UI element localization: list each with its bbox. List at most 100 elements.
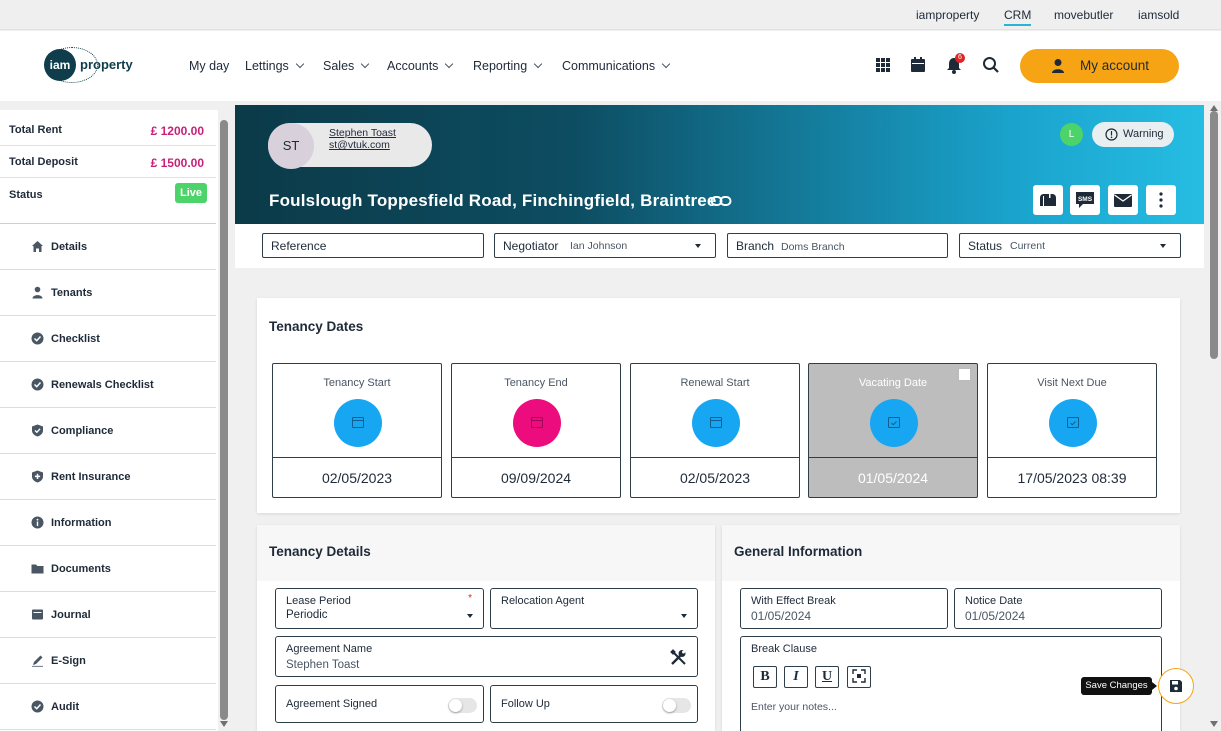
link-icon[interactable] [710,193,732,209]
date-value: 17/05/2023 08:39 [988,457,1156,498]
total-rent-label: Total Rent [9,124,62,136]
iam-property-logo[interactable]: iam property [44,47,144,83]
date-label: Tenancy End [504,377,568,389]
sidebar-item-details[interactable]: Details [0,224,216,270]
my-account-label: My account [1080,58,1150,73]
tenancy-end-box[interactable]: Tenancy End 09/09/2024 [451,363,621,498]
main-scrollbar-thumb[interactable] [1210,111,1218,359]
contact-email-link[interactable]: st@vtuk.com [329,139,390,151]
main-navbar: iam property My day Lettings Sales Accou… [0,31,1221,101]
check-circle-icon [31,332,44,345]
lease-period-value: Periodic [286,609,328,621]
underline-button[interactable]: U [815,666,839,688]
renewal-start-box[interactable]: Renewal Start 02/05/2023 [630,363,800,498]
branch-field[interactable]: Branch Doms Branch [727,233,948,258]
visit-next-due-box[interactable]: Visit Next Due 17/05/2023 08:39 [987,363,1157,498]
status-badge: Live [174,183,207,203]
search-icon[interactable] [981,55,1001,75]
sidebar-item-label: Details [51,241,88,253]
scroll-down-arrow-icon[interactable] [1210,721,1218,727]
status-select[interactable]: Status Current [959,233,1181,258]
relocation-agent-select[interactable]: Relocation Agent [490,588,698,629]
sidebar-scrollbar[interactable] [218,110,230,731]
agreement-name-field[interactable]: Agreement Name Stephen Toast [275,636,698,677]
notice-date-value: 01/05/2024 [965,609,1026,623]
nav-sales-label: Sales [323,59,355,73]
signature-pen-icon [32,655,43,667]
sidebar-item-renewals-checklist[interactable]: Renewals Checklist [0,362,216,408]
contact-name-link[interactable]: Stephen Toast [329,127,396,139]
nav-communications[interactable]: Communications [562,59,671,73]
main-scrollbar[interactable] [1207,101,1221,731]
scroll-down-arrow-icon[interactable] [220,721,228,727]
fullscreen-button[interactable] [847,666,871,688]
more-options-button[interactable] [1146,185,1176,215]
lease-period-select[interactable]: Lease Period * Periodic [275,588,484,629]
nav-my-day-label: My day [189,59,230,73]
notice-date-field[interactable]: Notice Date 01/05/2024 [954,588,1162,629]
sidebar-item-journal[interactable]: Journal [0,592,216,638]
sidebar-item-label: E-Sign [51,655,86,667]
date-value: 09/09/2024 [452,457,620,498]
sidebar-scrollbar-thumb[interactable] [220,120,228,720]
with-effect-break-field[interactable]: With Effect Break 01/05/2024 [740,588,948,629]
sidebar-item-audit[interactable]: Audit [0,684,216,730]
follow-up-toggle[interactable] [662,698,691,713]
sidebar-item-information[interactable]: Information [0,500,216,546]
sidebar-item-label: Documents [51,563,111,575]
sidebar-item-tenants[interactable]: Tenants [0,270,216,316]
apps-grid-icon[interactable] [873,55,893,75]
my-account-button[interactable]: My account [1020,49,1179,83]
italic-button[interactable]: I [784,666,808,688]
sidebar-item-rent-insurance[interactable]: Rent Insurance [0,454,216,500]
nav-my-day[interactable]: My day [189,59,229,73]
vacating-date-checkbox[interactable] [958,368,971,381]
top-link-iamsold[interactable]: iamsold [1138,8,1179,22]
notification-badge: 6 [955,53,965,63]
top-link-iamproperty[interactable]: iamproperty [916,8,979,22]
vacating-date-box[interactable]: Vacating Date 01/05/2024 [808,363,978,498]
sidebar-item-compliance[interactable]: Compliance [0,408,216,454]
sidebar-item-e-sign[interactable]: E-Sign [0,638,216,684]
total-deposit-label: Total Deposit [9,156,78,168]
break-clause-notes-input[interactable]: Enter your notes... [751,701,837,713]
sidebar-item-checklist[interactable]: Checklist [0,316,216,362]
lease-period-label: Lease Period [286,595,351,607]
date-label: Tenancy Start [323,377,391,389]
agreement-signed-toggle[interactable] [448,698,477,713]
logo-mark: iam [44,49,76,81]
sidebar-item-documents[interactable]: Documents [0,546,216,592]
expand-icon [852,669,866,683]
sidebar-item-label: Renewals Checklist [51,379,154,391]
sms-icon: SMS [1076,192,1094,208]
calendar-check-icon [1049,399,1097,447]
scroll-up-arrow-icon[interactable] [1210,105,1218,111]
logo-word: property [80,57,133,72]
warning-button[interactable]: Warning [1092,122,1174,147]
nav-sales[interactable]: Sales [323,59,370,73]
save-button[interactable] [1158,668,1194,704]
required-marker: * [468,593,472,604]
negotiator-select[interactable]: Negotiator Ian Johnson [494,233,716,258]
top-link-movebutler[interactable]: movebutler [1054,8,1113,22]
nav-accounts[interactable]: Accounts [387,59,454,73]
nav-lettings[interactable]: Lettings [245,59,305,73]
mailbox-icon [1040,192,1056,206]
chevron-down-icon [533,59,543,69]
general-information-title: General Information [734,544,863,559]
agreement-name-label: Agreement Name [286,643,373,655]
top-link-crm[interactable]: CRM [1004,8,1032,26]
status-value: Current [1010,240,1046,252]
user-icon [32,286,43,299]
calendar-check-icon [870,399,918,447]
email-button[interactable] [1108,185,1138,215]
bold-button[interactable]: B [753,666,777,688]
check-circle-icon [31,378,44,391]
tools-icon[interactable] [670,649,687,666]
mailbox-button[interactable] [1033,185,1063,215]
calendar-icon[interactable] [908,55,928,75]
tenancy-start-box[interactable]: Tenancy Start 02/05/2023 [272,363,442,498]
nav-reporting[interactable]: Reporting [473,59,543,73]
sms-button[interactable]: SMS [1070,185,1100,215]
reference-field[interactable]: Reference [262,233,484,258]
